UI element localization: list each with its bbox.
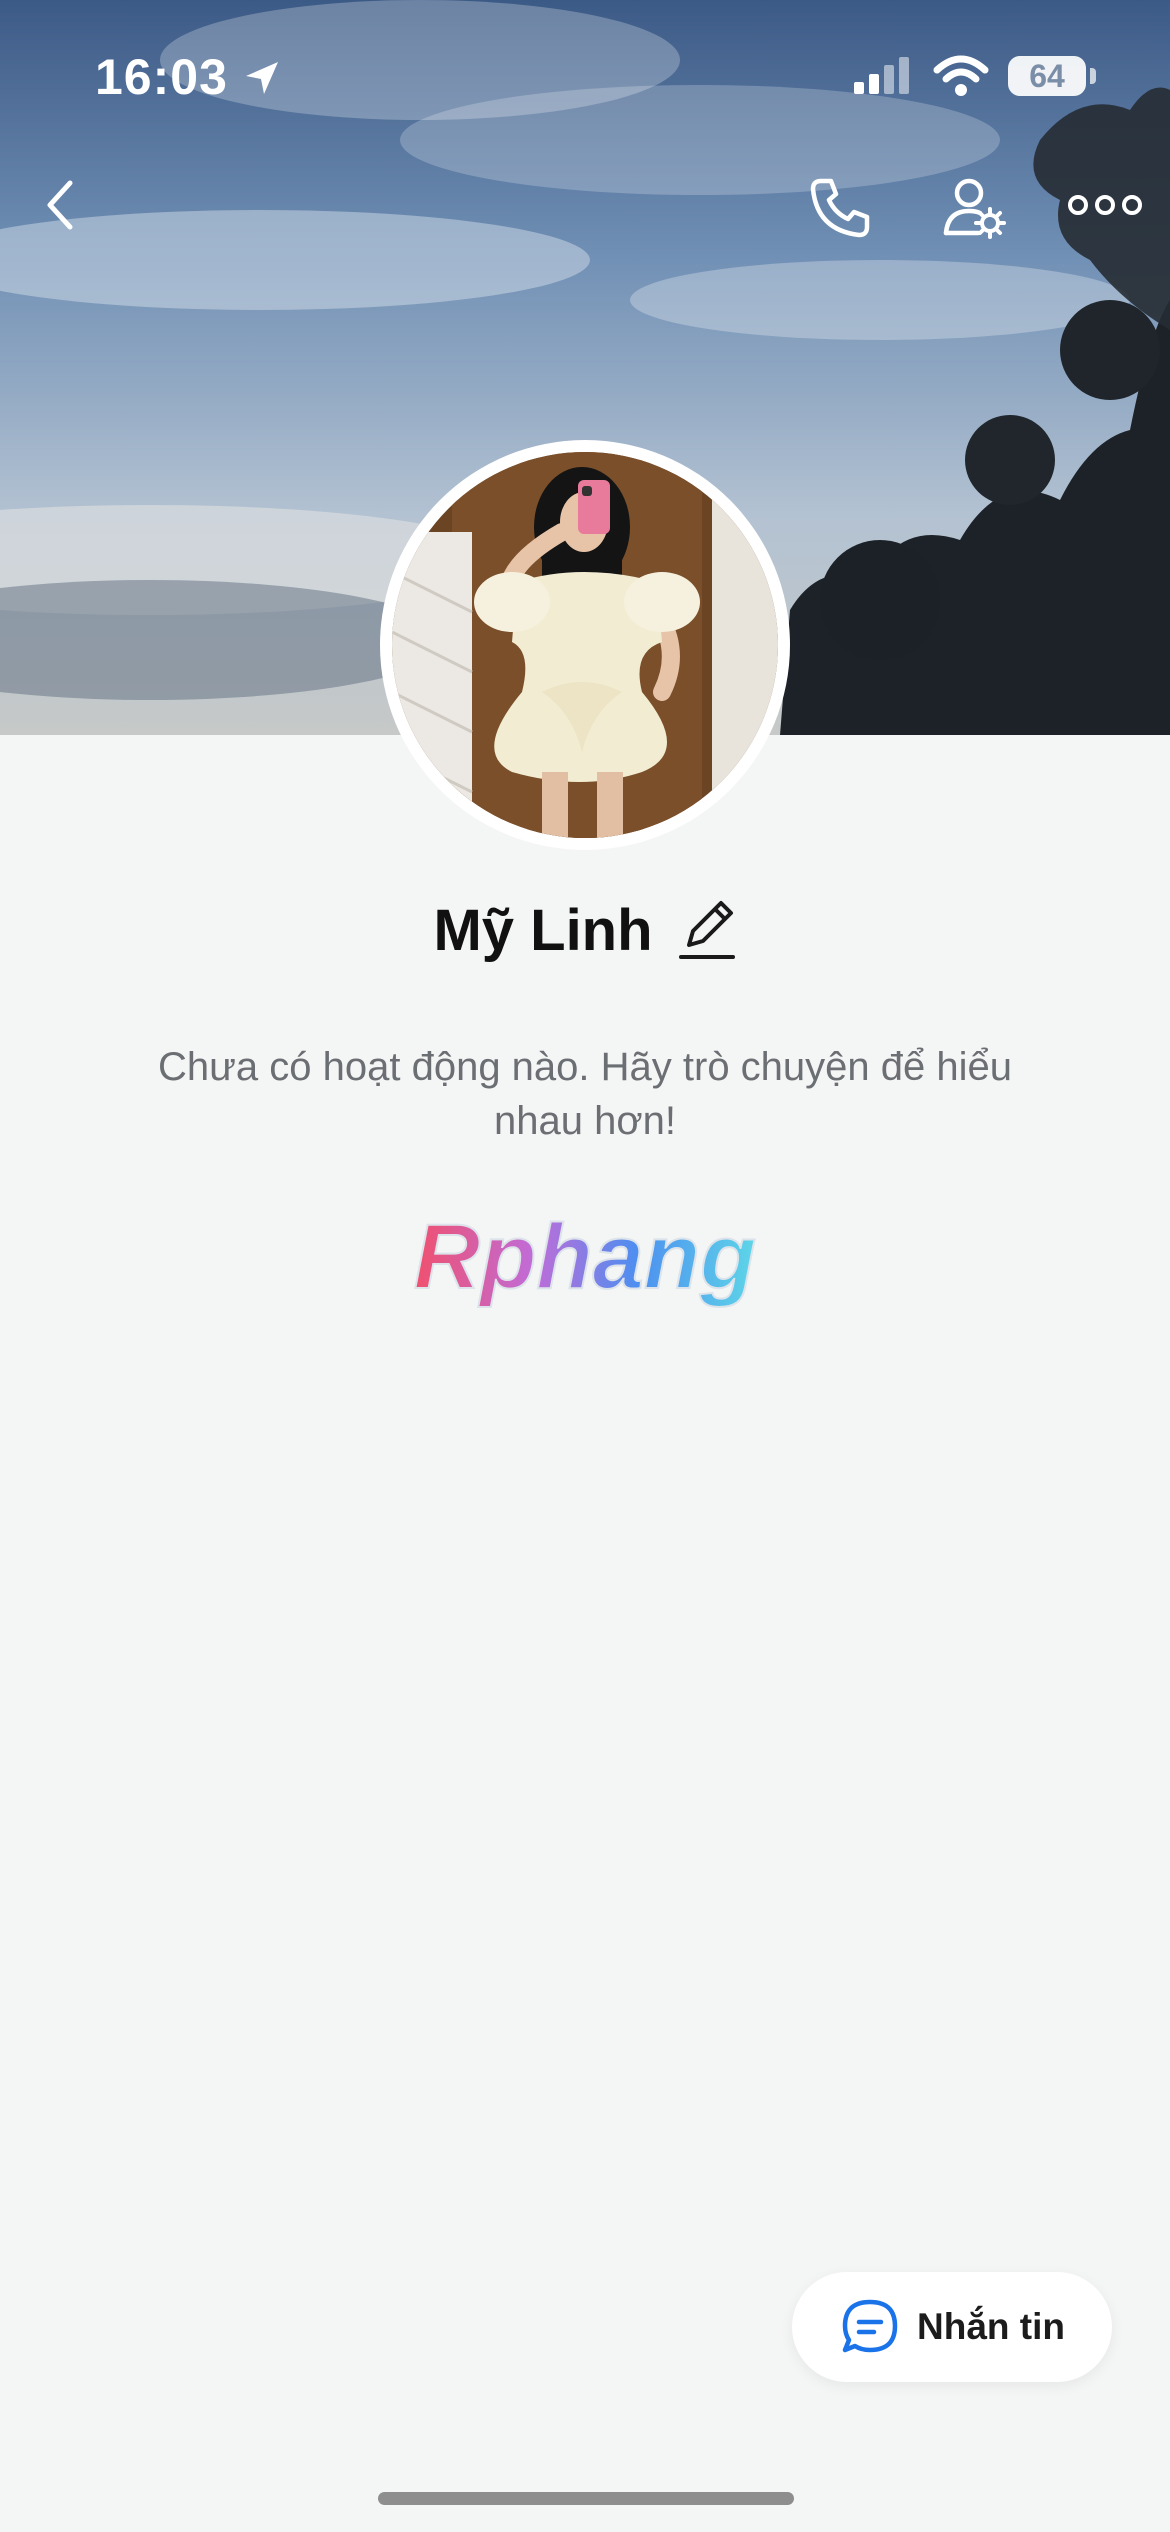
avatar-photo [392, 452, 778, 838]
avatar-image [392, 452, 778, 838]
watermark-text: Rphang [414, 1210, 756, 1308]
call-button[interactable] [800, 170, 880, 245]
edit-name-icon[interactable] [677, 895, 737, 965]
user-settings-icon [943, 178, 1006, 239]
battery-level: 64 [1029, 57, 1065, 94]
battery-tip [1090, 68, 1096, 84]
more-icon [1068, 195, 1142, 215]
profile-name-row: Mỹ Linh [0, 895, 1170, 965]
profile-name: Mỹ Linh [433, 897, 653, 963]
back-button[interactable] [30, 170, 90, 240]
home-indicator[interactable] [378, 2492, 794, 2505]
profile-settings-button[interactable] [935, 170, 1015, 245]
battery-indicator: 64 [1008, 56, 1086, 96]
signal-icon [854, 57, 909, 94]
chat-bubble-icon [842, 2299, 898, 2353]
back-icon [47, 180, 73, 230]
activity-empty-message: Chưa có hoạt động nào. Hãy trò chuyện để… [157, 1045, 1013, 1143]
status-time: 16:03 [95, 49, 228, 105]
send-message-label: Nhắn tin [917, 2306, 1065, 2347]
profile-avatar[interactable] [380, 440, 790, 850]
watermark-logo: Rphang [413, 1210, 757, 1309]
send-message-button[interactable]: Nhắn tin [792, 2272, 1112, 2382]
more-options-button[interactable] [1065, 180, 1145, 230]
phone-icon [810, 178, 870, 237]
location-arrow-icon [246, 62, 278, 94]
wifi-icon [933, 55, 989, 96]
